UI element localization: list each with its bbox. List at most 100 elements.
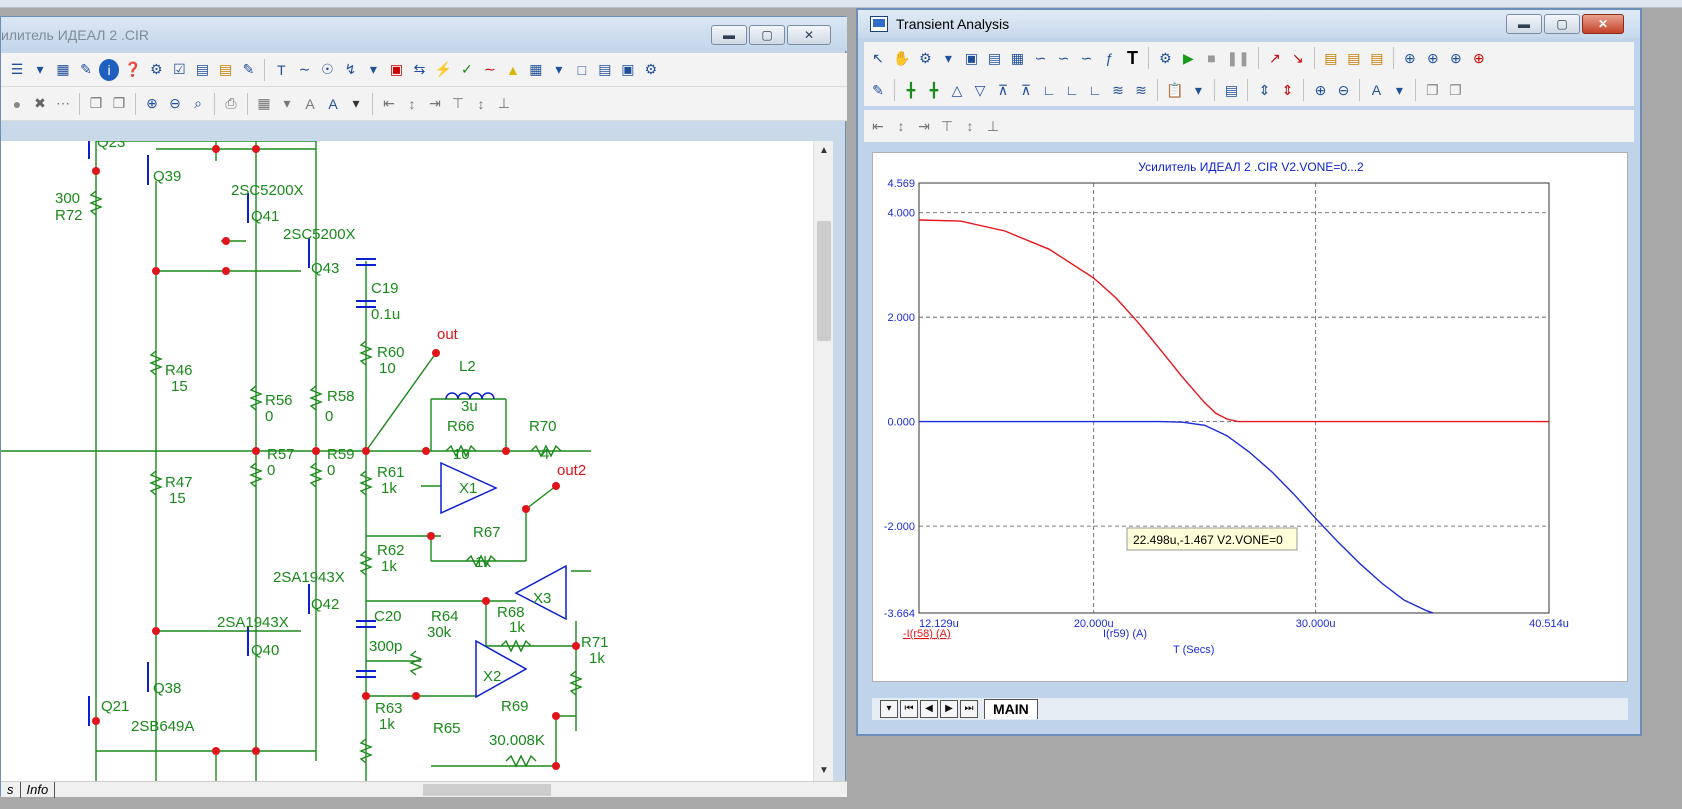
slope-icon[interactable]: ≋ [1108, 79, 1128, 101]
peak-find-icon[interactable]: △ [947, 79, 967, 101]
text-tool-icon[interactable]: T [271, 59, 291, 81]
warning-icon[interactable]: ▲ [503, 59, 523, 81]
fit-x-icon[interactable]: ⇕ [1277, 79, 1297, 101]
scale-x-icon[interactable]: ⊕ [1400, 47, 1420, 69]
notes-icon[interactable]: ✎ [238, 59, 258, 81]
print-icon[interactable]: ⎙ [221, 93, 241, 115]
component-tree-icon[interactable]: ☰ [7, 59, 27, 81]
page-icon[interactable]: □ [572, 59, 592, 81]
layout-b-icon[interactable]: ▤ [1344, 47, 1364, 69]
align-center-icon[interactable]: ↕ [402, 93, 422, 115]
copy-icon-2[interactable]: ❐ [1422, 79, 1442, 101]
tab-last-icon[interactable]: ⏭ [960, 700, 978, 718]
sheet-tab-info[interactable]: Info [21, 782, 56, 798]
stop-icon[interactable]: ■ [1201, 47, 1221, 69]
cursor-right-icon[interactable]: ╋ [924, 79, 944, 101]
pointer-icon[interactable]: ↖ [868, 47, 888, 69]
page-fill-icon[interactable]: ▤ [595, 59, 615, 81]
zero-icon[interactable]: ≋ [1131, 79, 1151, 101]
align-top-icon-2[interactable]: ⊤ [937, 115, 957, 137]
peak-icon[interactable]: ↗ [1265, 47, 1285, 69]
curve-icon-3[interactable]: ∽ [1076, 47, 1096, 69]
window-icon[interactable]: ▣ [618, 59, 638, 81]
minimize-button[interactable]: ▬ [711, 25, 747, 45]
align-middle-icon[interactable]: ↕ [471, 93, 491, 115]
node-icon[interactable]: ☉ [317, 59, 337, 81]
align-bottom-icon-2[interactable]: ⊥ [983, 115, 1003, 137]
hand-icon[interactable]: ✋ [891, 47, 912, 69]
tab-dropdown-icon[interactable]: ▾ [880, 700, 898, 718]
low-icon[interactable]: ⊼ [1016, 79, 1036, 101]
scope-icon[interactable]: ▤ [984, 47, 1004, 69]
layout-icon[interactable]: ▦ [254, 93, 274, 115]
tab-next-icon[interactable]: ▶ [940, 700, 958, 718]
arrows-icon[interactable]: ⇆ [409, 59, 429, 81]
table-icon[interactable]: ▦ [53, 59, 73, 81]
hscroll-thumb[interactable] [423, 784, 551, 796]
analysis-maximize-button[interactable]: ▢ [1544, 14, 1580, 34]
plot-area[interactable]: Усилитель ИДЕАЛ 2 .CIR V2.VONE=0...2 4.5… [872, 152, 1628, 682]
formula-icon[interactable]: ƒ [1099, 47, 1119, 69]
align-bottom-icon[interactable]: ⊥ [494, 93, 514, 115]
grid-icon[interactable]: ▦ [526, 59, 546, 81]
font-style-icon-2[interactable]: A [1366, 79, 1386, 101]
align-top-icon[interactable]: ⊤ [448, 93, 468, 115]
scroll-up-icon[interactable]: ▲ [814, 141, 834, 161]
analysis-minimize-button[interactable]: ▬ [1506, 14, 1542, 34]
global-high-icon[interactable]: ∟ [1062, 79, 1082, 101]
dropdown-arrow-icon-6[interactable]: ▾ [938, 47, 958, 69]
tab-first-icon[interactable]: ⏮ [900, 700, 918, 718]
lightning-icon[interactable]: ⚡ [432, 59, 453, 81]
align-left-icon[interactable]: ⇤ [379, 93, 399, 115]
font-style-icon[interactable]: A [323, 93, 343, 115]
zoom-out-icon-2[interactable]: ⊖ [1333, 79, 1353, 101]
check-icon[interactable]: ✓ [457, 59, 477, 81]
fit-icon[interactable]: ⇕ [1254, 79, 1274, 101]
jumper-icon[interactable]: ∼ [480, 59, 500, 81]
valley-icon[interactable]: ↘ [1288, 47, 1308, 69]
align-center-icon-2[interactable]: ↕ [891, 115, 911, 137]
zoom-out-icon[interactable]: ⊖ [165, 93, 185, 115]
zoom-fit-icon[interactable]: ⌕ [188, 93, 208, 115]
pause-circle-icon[interactable]: ● [7, 93, 27, 115]
align-right-icon-2[interactable]: ⇥ [914, 115, 934, 137]
checkbox-icon[interactable]: ☑ [169, 59, 189, 81]
paste-icon-2[interactable]: ❐ [1445, 79, 1465, 101]
list-icon[interactable]: ▤ [215, 59, 235, 81]
dropdown-arrow-icon-7[interactable]: ▾ [1188, 79, 1208, 101]
properties-icon[interactable]: ⚙ [641, 59, 661, 81]
sheet-tab-s[interactable]: s [1, 782, 21, 798]
components-icon[interactable]: ⚙ [146, 59, 166, 81]
layout-a-icon[interactable]: ▤ [1321, 47, 1341, 69]
dropdown-arrow-icon-4[interactable]: ▾ [277, 93, 297, 115]
dropdown-arrow-icon-5[interactable]: ▾ [346, 93, 366, 115]
align-right-icon[interactable]: ⇥ [425, 93, 445, 115]
paste-icon[interactable]: ❐ [109, 93, 129, 115]
curve-icon-2[interactable]: ∽ [1053, 47, 1073, 69]
close-button[interactable]: ✕ [787, 25, 831, 45]
window-view-icon[interactable]: ▣ [961, 47, 981, 69]
scroll-down-icon[interactable]: ▼ [814, 761, 834, 781]
tools-icon[interactable]: ⚙ [915, 47, 935, 69]
wire-icon[interactable]: ∼ [294, 59, 314, 81]
align-left-icon-2[interactable]: ⇤ [868, 115, 888, 137]
maximize-button[interactable]: ▢ [749, 25, 785, 45]
probe-icon[interactable]: ↯ [340, 59, 360, 81]
dropdown-arrow-icon[interactable]: ▾ [30, 59, 50, 81]
inflection-icon[interactable]: ∟ [1039, 79, 1059, 101]
label-icon[interactable]: ▣ [386, 59, 406, 81]
valley-find-icon[interactable]: ▽ [970, 79, 990, 101]
edit-list-icon[interactable]: ▤ [192, 59, 212, 81]
schematic-horizontal-scrollbar[interactable] [293, 782, 813, 798]
dropdown-arrow-icon-2[interactable]: ▾ [363, 59, 383, 81]
data-icon[interactable]: ▦ [1007, 47, 1027, 69]
help-icon[interactable]: ❓ [122, 59, 143, 81]
info-icon[interactable]: i [99, 58, 119, 81]
properties-icon-2[interactable]: ⚙ [1155, 47, 1175, 69]
dropdown-arrow-icon-8[interactable]: ▾ [1389, 79, 1409, 101]
curve-icon[interactable]: ∽ [1030, 47, 1050, 69]
tab-prev-icon[interactable]: ◀ [920, 700, 938, 718]
align-middle-icon-2[interactable]: ↕ [960, 115, 980, 137]
stop-circle-icon[interactable]: ✖ [30, 93, 50, 115]
more-icon[interactable]: ⋯ [53, 93, 73, 115]
